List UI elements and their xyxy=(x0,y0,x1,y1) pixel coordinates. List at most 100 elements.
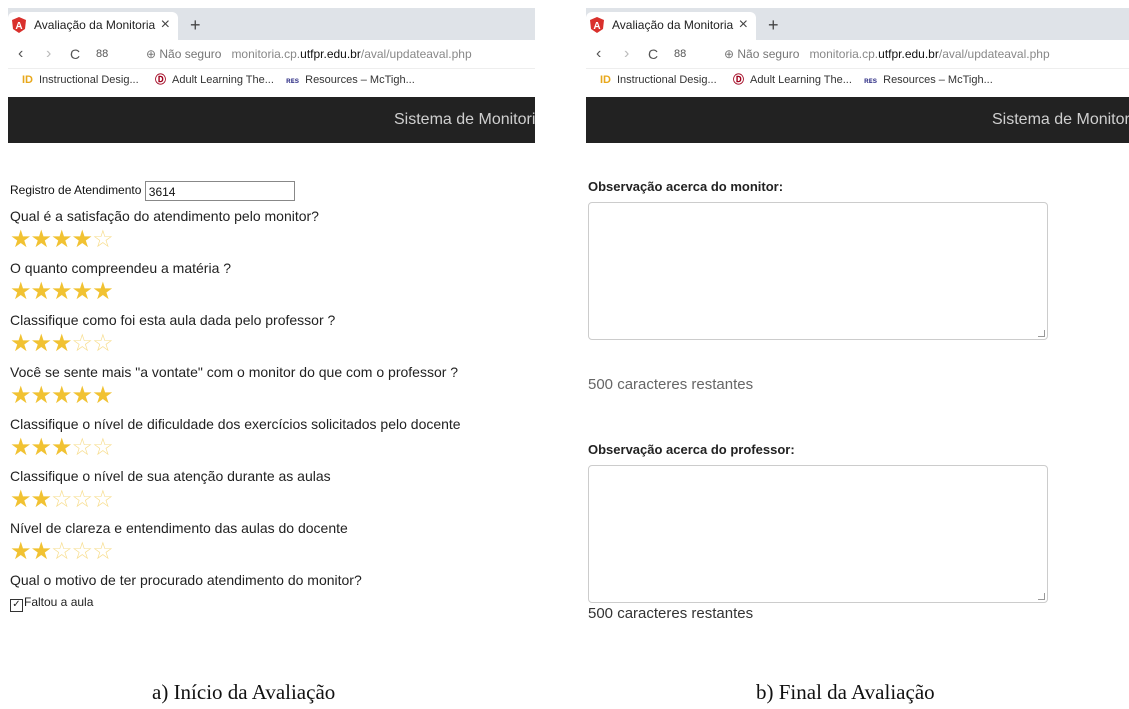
star-rating[interactable]: ★★★☆☆ xyxy=(10,434,535,462)
question-text: Você se sente mais "a vontate" com o mon… xyxy=(10,364,459,380)
caption-b: b) Final da Avaliação xyxy=(756,680,935,704)
star-empty-icon[interactable]: ☆ xyxy=(92,226,113,253)
forward-icon[interactable]: › xyxy=(46,44,51,64)
angular-logo-icon: A xyxy=(590,17,604,33)
apps-icon[interactable]: 88 xyxy=(96,44,108,64)
registro-input[interactable]: 3614 xyxy=(144,180,295,201)
star-filled-icon[interactable]: ★ xyxy=(51,278,72,305)
question-text: Classifique o nível de dificuldade dos e… xyxy=(10,416,461,432)
svg-text:A: A xyxy=(15,21,22,32)
browser-tab[interactable]: A Avaliação da Monitoria × xyxy=(586,12,756,40)
star-filled-icon[interactable]: ★ xyxy=(72,382,93,409)
star-filled-icon[interactable]: ★ xyxy=(31,226,52,253)
star-empty-icon[interactable]: ☆ xyxy=(51,538,72,565)
star-rating[interactable]: ★★★★☆ xyxy=(10,226,535,254)
bookmark-id-icon: ID xyxy=(22,74,33,86)
star-empty-icon[interactable]: ☆ xyxy=(72,486,93,513)
star-empty-icon[interactable]: ☆ xyxy=(92,538,113,565)
question-text: Qual é a satisfação do atendimento pelo … xyxy=(10,208,319,224)
star-empty-icon[interactable]: ☆ xyxy=(92,330,113,357)
star-empty-icon[interactable]: ☆ xyxy=(72,330,93,357)
star-empty-icon[interactable]: ☆ xyxy=(72,434,93,461)
browser-tab[interactable]: A Avaliação da Monitoria × xyxy=(8,12,178,40)
star-empty-icon[interactable]: ☆ xyxy=(72,538,93,565)
star-filled-icon[interactable]: ★ xyxy=(51,434,72,461)
star-filled-icon[interactable]: ★ xyxy=(10,330,31,357)
star-filled-icon[interactable]: ★ xyxy=(31,486,52,513)
star-rating[interactable]: ★★★★★ xyxy=(10,278,535,306)
resize-grip-icon[interactable] xyxy=(1038,330,1045,337)
url-field[interactable]: ⊕ Não seguro monitoria.cp.utfpr.edu.br/av… xyxy=(724,40,1050,68)
back-icon[interactable]: ‹ xyxy=(596,44,601,64)
new-tab-icon[interactable]: + xyxy=(190,12,201,38)
star-filled-icon[interactable]: ★ xyxy=(92,278,113,305)
star-filled-icon[interactable]: ★ xyxy=(31,278,52,305)
apps-icon[interactable]: 88 xyxy=(674,44,686,64)
address-bar: ‹ › C 88 ⊕ Não seguro monitoria.cp.utfpr.… xyxy=(8,40,535,69)
star-filled-icon[interactable]: ★ xyxy=(31,382,52,409)
star-filled-icon[interactable]: ★ xyxy=(31,538,52,565)
bookmarks-bar: ID Instructional Desig... Ⓓ Adult Learning… xyxy=(8,69,535,91)
check-icon[interactable]: ✓ xyxy=(10,599,23,612)
bookmark-item[interactable]: ʀᴇs Resources – McTigh... xyxy=(286,69,415,92)
bookmark-item[interactable]: Ⓓ Adult Learning The... xyxy=(155,69,274,91)
observation-form: Observação acerca do monitor: 500 caract… xyxy=(588,178,1118,622)
star-filled-icon[interactable]: ★ xyxy=(92,382,113,409)
tab-bar: A Avaliação da Monitoria × + xyxy=(8,8,535,40)
obs-monitor-counter: 500 caracteres restantes xyxy=(588,376,754,393)
star-filled-icon[interactable]: ★ xyxy=(31,330,52,357)
bookmark-d-icon: Ⓓ xyxy=(733,74,744,86)
star-rating[interactable]: ★★★☆☆ xyxy=(10,330,535,358)
star-filled-icon[interactable]: ★ xyxy=(51,226,72,253)
motivo-question: Qual o motivo de ter procurado atendimen… xyxy=(10,572,362,588)
bookmark-item[interactable]: ID Instructional Desig... xyxy=(600,69,717,91)
new-tab-icon[interactable]: + xyxy=(768,12,779,38)
star-empty-icon[interactable]: ☆ xyxy=(92,486,113,513)
star-filled-icon[interactable]: ★ xyxy=(72,278,93,305)
navbar-title[interactable]: Sistema de Monitoria xyxy=(992,97,1129,143)
faltou-checkbox-row[interactable]: ✓ Faltou a aula xyxy=(10,594,535,612)
not-secure-label[interactable]: ⊕ Não seguro xyxy=(146,47,221,61)
obs-professor-textarea[interactable] xyxy=(588,465,1048,603)
navbar-title[interactable]: Sistema de Monitoria xyxy=(394,97,535,143)
forward-icon[interactable]: › xyxy=(624,44,629,64)
bookmark-item[interactable]: Ⓓ Adult Learning The... xyxy=(733,69,852,91)
bookmark-item[interactable]: ID Instructional Desig... xyxy=(22,69,139,91)
star-filled-icon[interactable]: ★ xyxy=(10,486,31,513)
star-rating[interactable]: ★★★★★ xyxy=(10,382,535,410)
registro-row: Registro de Atendimento 3614 xyxy=(10,178,535,202)
address-bar: ‹ › C 88 ⊕ Não seguro monitoria.cp.utfpr.… xyxy=(586,40,1129,69)
question-text: Classifique o nível de sua atenção duran… xyxy=(10,468,331,484)
reload-icon[interactable]: C xyxy=(70,44,80,64)
star-filled-icon[interactable]: ★ xyxy=(10,226,31,253)
back-icon[interactable]: ‹ xyxy=(18,44,23,64)
evaluation-form: Registro de Atendimento 3614 Qual é a sa… xyxy=(10,178,535,612)
star-filled-icon[interactable]: ★ xyxy=(10,278,31,305)
obs-professor-label: Observação acerca do professor: xyxy=(588,442,795,457)
reload-icon[interactable]: C xyxy=(648,44,658,64)
star-filled-icon[interactable]: ★ xyxy=(51,330,72,357)
bookmark-item[interactable]: ʀᴇs Resources – McTigh... xyxy=(864,69,993,92)
app-navbar: Sistema de Monitoria xyxy=(586,97,1129,143)
bookmarks-bar: ID Instructional Desig... Ⓓ Adult Learning… xyxy=(586,69,1129,91)
star-filled-icon[interactable]: ★ xyxy=(31,434,52,461)
url-field[interactable]: ⊕ Não seguro monitoria.cp.utfpr.edu.br/av… xyxy=(146,40,472,68)
star-rating[interactable]: ★★☆☆☆ xyxy=(10,486,535,514)
star-filled-icon[interactable]: ★ xyxy=(72,226,93,253)
star-filled-icon[interactable]: ★ xyxy=(10,434,31,461)
close-tab-icon[interactable]: × xyxy=(739,12,748,38)
star-filled-icon[interactable]: ★ xyxy=(10,382,31,409)
star-rating[interactable]: ★★☆☆☆ xyxy=(10,538,535,566)
screenshot-start: A Avaliação da Monitoria × + ‹ › C 88 ⊕ … xyxy=(8,8,535,663)
star-empty-icon[interactable]: ☆ xyxy=(51,486,72,513)
star-filled-icon[interactable]: ★ xyxy=(10,538,31,565)
star-empty-icon[interactable]: ☆ xyxy=(92,434,113,461)
bookmark-res-icon: ʀᴇs xyxy=(286,76,300,85)
close-tab-icon[interactable]: × xyxy=(161,12,170,38)
resize-grip-icon[interactable] xyxy=(1038,593,1045,600)
bookmark-d-icon: Ⓓ xyxy=(155,74,166,86)
question-text: Nível de clareza e entendimento das aula… xyxy=(10,520,348,536)
star-filled-icon[interactable]: ★ xyxy=(51,382,72,409)
obs-monitor-textarea[interactable] xyxy=(588,202,1048,340)
not-secure-label[interactable]: ⊕ Não seguro xyxy=(724,47,799,61)
